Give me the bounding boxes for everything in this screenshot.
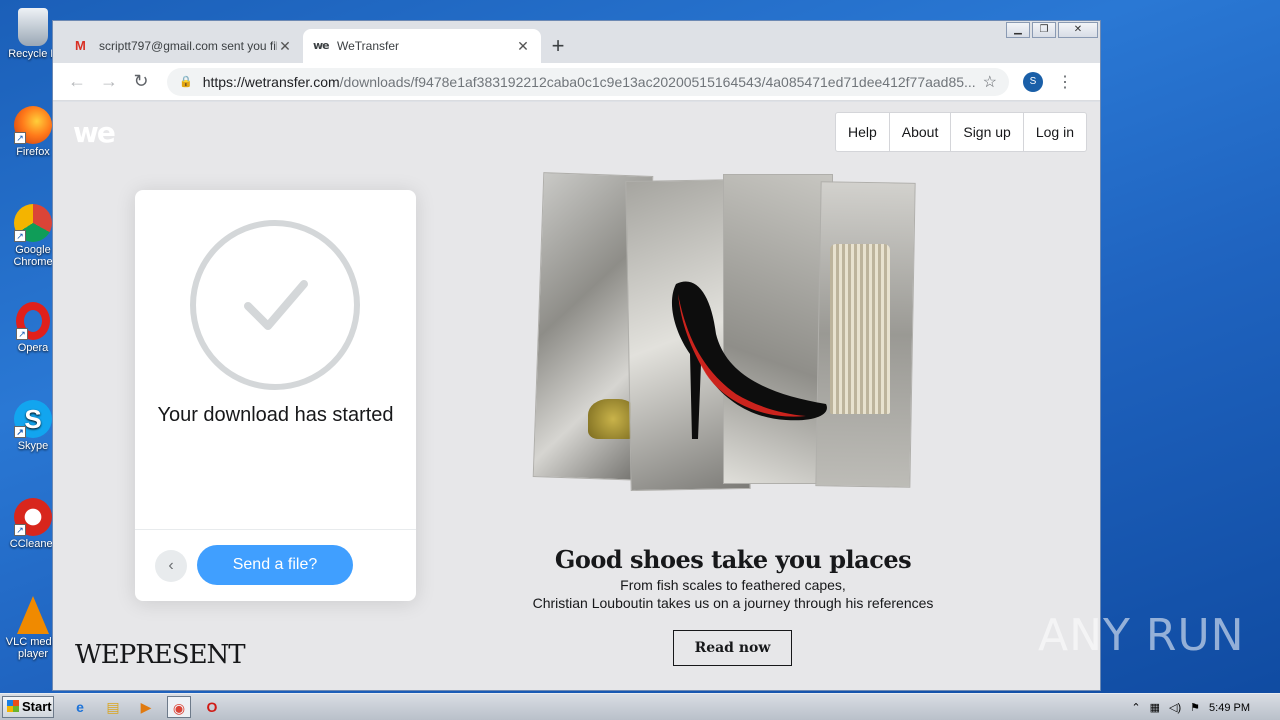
nav-sign-up[interactable]: Sign up xyxy=(950,113,1022,151)
top-nav: Help About Sign up Log in xyxy=(834,112,1087,152)
tab-title: scriptt797@gmail.com sent you files xyxy=(99,39,277,53)
wetransfer-logo[interactable]: we xyxy=(73,116,116,149)
minimize-icon[interactable]: ▁ xyxy=(1006,22,1030,38)
silver-heel-image xyxy=(830,244,890,414)
clock[interactable]: 5:49 PM xyxy=(1209,702,1250,714)
card-footer: ‹ Send a file? xyxy=(135,529,416,601)
gmail-icon: M xyxy=(75,38,86,53)
system-tray: ⌃ ▦ ◁) ⚑ 5:49 PM xyxy=(1131,694,1280,720)
download-status-title: Your download has started xyxy=(157,404,394,426)
firefox-icon: ↗ xyxy=(14,106,52,144)
windows-logo-icon xyxy=(7,700,19,712)
tab-bar: M scriptt797@gmail.com sent you files ✕ … xyxy=(65,29,575,63)
download-complete-check-icon xyxy=(190,220,360,390)
anyrun-watermark: ANY RUN xyxy=(1038,610,1245,661)
action-center-flag-icon[interactable]: ⚑ xyxy=(1190,701,1200,714)
tray-expand-icon[interactable]: ⌃ xyxy=(1131,701,1140,714)
recycle-bin-icon xyxy=(18,8,48,46)
network-icon[interactable]: ▦ xyxy=(1150,701,1160,714)
new-tab-button[interactable]: + xyxy=(541,29,575,63)
tab-title: WeTransfer xyxy=(337,39,400,53)
vlc-cone-icon xyxy=(17,596,49,634)
shortcut-arrow-icon: ↗ xyxy=(14,230,26,242)
ccleaner-icon: ↗ xyxy=(14,498,52,536)
read-now-button[interactable]: Read now xyxy=(673,630,792,666)
webpage: we Help About Sign up Log in Your downlo… xyxy=(53,102,1100,690)
reload-icon[interactable]: ↻ xyxy=(125,71,157,92)
url-text: https://wetransfer.com/downloads/f9478e1… xyxy=(202,73,975,90)
window-controls: ▁ ❐ ✕ xyxy=(1006,22,1098,38)
shortcut-arrow-icon: ↗ xyxy=(14,132,26,144)
back-arrow-icon[interactable]: ← xyxy=(61,71,93,92)
profile-avatar[interactable]: S xyxy=(1023,71,1043,92)
media-player-icon[interactable]: ▶ xyxy=(134,696,158,718)
internet-explorer-icon[interactable]: e xyxy=(68,696,92,718)
taskbar: Start e ▤ ▶ ◉ O ⌃ ▦ ◁) ⚑ 5:49 PM xyxy=(0,693,1280,720)
promo-artwork[interactable] xyxy=(532,172,923,494)
tab-wetransfer[interactable]: we WeTransfer ✕ xyxy=(303,29,541,63)
menu-kebab-icon[interactable]: ⋮ xyxy=(1057,72,1073,92)
red-sole-heel-image xyxy=(671,281,827,439)
promo-subtitle-line-2: Christian Louboutin takes us on a journe… xyxy=(532,595,934,611)
opera-icon: ↗ xyxy=(16,302,50,340)
restore-icon[interactable]: ❐ xyxy=(1032,22,1056,38)
close-icon[interactable]: ✕ xyxy=(1058,22,1098,38)
tab-gmail[interactable]: M scriptt797@gmail.com sent you files ✕ xyxy=(65,29,303,63)
chrome-taskbar-icon[interactable]: ◉ xyxy=(167,696,191,718)
volume-icon[interactable]: ◁) xyxy=(1169,701,1181,714)
chrome-icon: ↗ xyxy=(14,204,52,242)
file-explorer-icon[interactable]: ▤ xyxy=(101,696,125,718)
back-chevron-button[interactable]: ‹ xyxy=(155,550,187,582)
shortcut-arrow-icon: ↗ xyxy=(14,524,26,536)
promo-subtitle-line-1: From fish scales to feathered capes, xyxy=(620,577,846,593)
opera-taskbar-icon[interactable]: O xyxy=(200,696,224,718)
wepresent-logo[interactable]: WEPRESENT xyxy=(75,640,246,670)
browser-window: ▁ ❐ ✕ M scriptt797@gmail.com sent you fi… xyxy=(52,20,1101,691)
skype-icon: S ↗ xyxy=(14,400,52,438)
wetransfer-icon: we xyxy=(313,39,330,52)
tab-close-icon[interactable]: ✕ xyxy=(515,38,531,55)
lock-icon: 🔒 xyxy=(179,76,193,88)
address-bar[interactable]: 🔒 https://wetransfer.com/downloads/f9478… xyxy=(167,67,1009,96)
bookmark-star-icon[interactable]: ☆ xyxy=(983,72,997,92)
forward-arrow-icon[interactable]: → xyxy=(93,71,125,92)
promo-title: Good shoes take you places xyxy=(554,545,912,574)
browser-toolbar: ← → ↻ 🔒 https://wetransfer.com/downloads… xyxy=(53,63,1100,101)
nav-about[interactable]: About xyxy=(888,113,951,151)
start-button[interactable]: Start xyxy=(2,696,54,718)
nav-log-in[interactable]: Log in xyxy=(1022,113,1086,151)
nav-help[interactable]: Help xyxy=(836,113,889,151)
shortcut-arrow-icon: ↗ xyxy=(14,426,26,438)
tab-close-icon[interactable]: ✕ xyxy=(277,38,293,55)
download-card: Your download has started ‹ Send a file? xyxy=(135,190,416,601)
shortcut-arrow-icon: ↗ xyxy=(16,328,28,340)
send-file-button[interactable]: Send a file? xyxy=(197,545,353,585)
